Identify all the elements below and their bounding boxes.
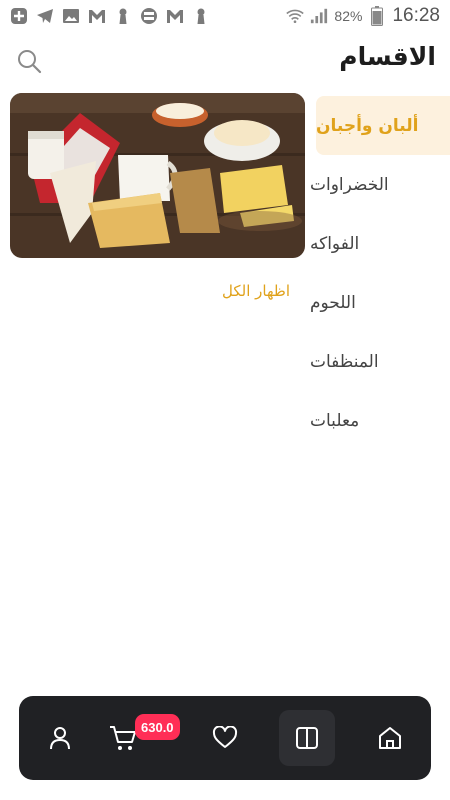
keyhole-icon — [192, 7, 210, 25]
category-item-meat[interactable]: اللحوم — [310, 273, 450, 332]
columns-icon — [296, 727, 318, 749]
header: الاقسام — [0, 40, 450, 84]
category-item-vegetables[interactable]: الخضراوات — [310, 155, 450, 214]
battery-icon — [368, 6, 386, 26]
category-banner-image[interactable] — [10, 93, 305, 258]
home-icon — [379, 727, 401, 749]
clock: 16:28 — [392, 5, 440, 26]
search-button[interactable] — [14, 46, 44, 76]
bottom-nav: 630.0 — [19, 696, 431, 780]
nav-home-button[interactable] — [362, 710, 418, 766]
gmail-icon — [88, 7, 106, 25]
category-item-canned[interactable]: معلبات — [310, 391, 450, 450]
show-all-link[interactable]: اظهار الكل — [222, 282, 290, 300]
cart-icon — [110, 726, 136, 750]
wifi-icon — [286, 7, 305, 25]
add-app-icon — [10, 7, 28, 25]
status-bar: 82% 16:28 — [0, 0, 450, 32]
category-item-dairy[interactable]: ألبان وأجبان — [316, 96, 450, 155]
battery-percent: 82% — [334, 8, 363, 24]
signal-icon — [310, 7, 328, 25]
category-sidebar: ألبان وأجبان الخضراوات الفواكه اللحوم ال… — [310, 96, 450, 450]
cart-badge: 630.0 — [135, 714, 180, 740]
nav-favorites-button[interactable] — [197, 710, 253, 766]
notification-icons — [10, 7, 210, 25]
user-icon — [50, 727, 70, 750]
category-item-cleaners[interactable]: المنظفات — [310, 332, 450, 391]
circle-app-icon — [140, 7, 158, 25]
search-icon — [18, 50, 42, 74]
gmail-icon — [166, 7, 184, 25]
nav-profile-button[interactable] — [32, 710, 88, 766]
category-item-fruits[interactable]: الفواكه — [310, 214, 450, 273]
heart-icon — [212, 726, 238, 748]
telegram-icon — [36, 7, 54, 25]
keyhole-icon — [114, 7, 132, 25]
system-status: 82% 16:28 — [286, 5, 440, 27]
page-title: الاقسام — [339, 42, 436, 71]
image-icon — [62, 7, 80, 25]
nav-categories-button[interactable] — [279, 710, 335, 766]
